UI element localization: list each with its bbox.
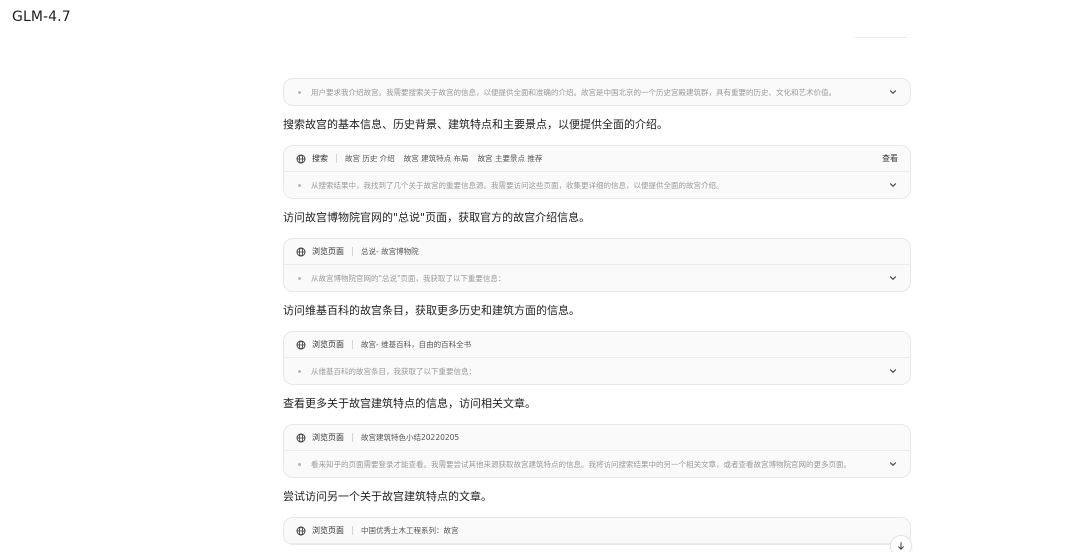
divider [352,340,353,349]
bullet [298,369,301,373]
divider [352,526,353,535]
step-text: 查看更多关于故宫建筑特点的信息，访问相关文章。 [283,397,536,410]
globe-icon [296,154,306,164]
tool-result-row[interactable]: 从故宫博物院官网的"总说"页面，我获取了以下重要信息： [284,265,910,291]
bullet [298,90,301,94]
globe-icon [296,433,306,443]
globe-icon [296,526,306,536]
browse-card: 浏览页面 故宫建筑特色小结20220205 看来知乎的页面需要登录才能查看。我需… [283,424,911,478]
chat-thread: 用户要求我介绍故宫。我需要搜索关于故宫的信息，以便提供全面和准确的介绍。故宫是中… [283,78,911,545]
divider [352,433,353,442]
tool-result-row[interactable]: 从搜索结果中，我找到了几个关于故宫的重要信息源。我需要访问这些页面，收集更详细的… [284,172,910,198]
page-title-link[interactable]: 故宫- 维基百科，自由的百科全书 [361,339,471,350]
tool-name: 浏览页面 [312,433,344,442]
chevron-down-icon[interactable] [888,87,898,97]
tool-result-text: 看来知乎的页面需要登录才能查看。我需要尝试其他来源获取故宫建筑特点的信息。我将访… [311,459,851,469]
tool-result-row[interactable]: 从维基百科的故宫条目，我获取了以下重要信息： [284,358,910,384]
bullet [298,183,301,187]
chevron-down-icon[interactable] [888,273,898,283]
globe-icon [296,247,306,257]
tool-header: 浏览页面 总说- 故宫博物院 [284,239,910,265]
page-title-link[interactable]: 故宫建筑特色小结20220205 [361,432,459,443]
chevron-down-icon[interactable] [888,459,898,469]
thinking-summary: 用户要求我介绍故宫。我需要搜索关于故宫的信息，以便提供全面和准确的介绍。故宫是中… [311,87,836,97]
page-title-link[interactable]: 总说- 故宫博物院 [361,246,419,257]
bullet [298,462,301,466]
thinking-card[interactable]: 用户要求我介绍故宫。我需要搜索关于故宫的信息，以便提供全面和准确的介绍。故宫是中… [283,78,911,106]
tool-result-text: 从维基百科的故宫条目，我获取了以下重要信息： [311,366,476,376]
browse-card: 浏览页面 故宫- 维基百科，自由的百科全书 从维基百科的故宫条目，我获取了以下重… [283,331,911,385]
search-query: 故宫 主要景点 推荐 [477,154,543,163]
globe-icon [296,340,306,350]
scroll-to-bottom-button[interactable] [890,535,912,552]
bullet [298,276,301,280]
tool-header: 浏览页面 故宫- 维基百科，自由的百科全书 [284,332,910,358]
tool-header: 浏览页面 中国优秀土木工程系列：故宫 [284,518,910,544]
page-title-link[interactable]: 中国优秀土木工程系列：故宫 [361,525,459,536]
tool-result-text: 从搜索结果中，我找到了几个关于故宫的重要信息源。我需要访问这些页面，收集更详细的… [311,180,724,190]
tool-header: 浏览页面 故宫建筑特色小结20220205 [284,425,910,451]
divider [336,154,337,163]
app-title: GLM-4.7 [12,9,71,25]
tool-name: 搜索 [312,154,328,163]
tool-name: 浏览页面 [312,526,344,535]
tool-name: 浏览页面 [312,340,344,349]
tool-result-text: 从故宫博物院官网的"总说"页面，我获取了以下重要信息： [311,273,506,283]
chevron-down-icon[interactable] [888,180,898,190]
browse-card: 浏览页面 总说- 故宫博物院 从故宫博物院官网的"总说"页面，我获取了以下重要信… [283,238,911,292]
tool-result-row[interactable]: 看来知乎的页面需要登录才能查看。我需要尝试其他来源获取故宫建筑特点的信息。我将访… [284,451,910,477]
step-text: 访问故宫博物院官网的"总说"页面，获取官方的故宫介绍信息。 [283,211,591,224]
thinking-summary-row[interactable]: 用户要求我介绍故宫。我需要搜索关于故宫的信息，以便提供全面和准确的介绍。故宫是中… [284,79,910,105]
chevron-down-icon[interactable] [888,366,898,376]
search-card: 搜索 故宫 历史 介绍 故宫 建筑特点 布局 故宫 主要景点 推荐 查看 从搜索… [283,145,911,199]
tool-name: 浏览页面 [312,247,344,256]
view-results-button[interactable]: 查看 [882,153,898,164]
divider [352,247,353,256]
divider [855,37,907,38]
arrow-down-icon [896,541,906,551]
search-query: 故宫 历史 介绍 [345,154,395,163]
browse-card: 浏览页面 中国优秀土木工程系列：故宫 [283,517,911,545]
step-text: 搜索故宫的基本信息、历史背景、建筑特点和主要景点，以便提供全面的介绍。 [283,118,668,131]
search-query: 故宫 建筑特点 布局 [403,154,469,163]
step-text: 访问维基百科的故宫条目，获取更多历史和建筑方面的信息。 [283,304,580,317]
tool-header: 搜索 故宫 历史 介绍 故宫 建筑特点 布局 故宫 主要景点 推荐 查看 [284,146,910,172]
step-text: 尝试访问另一个关于故宫建筑特点的文章。 [283,490,492,503]
